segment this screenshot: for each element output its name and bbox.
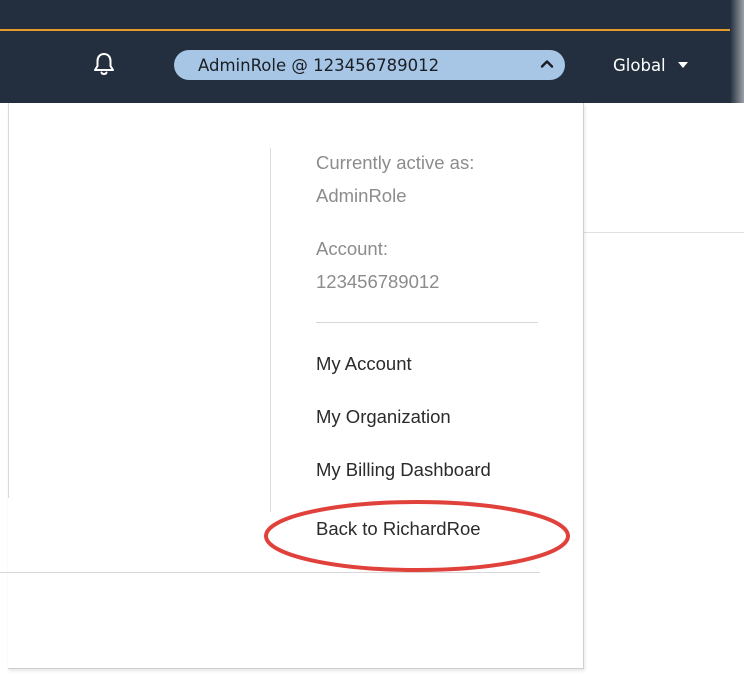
- caret-down-icon: [677, 62, 688, 68]
- menu-item-my-account[interactable]: My Account: [316, 353, 412, 375]
- role-dropdown-panel: [8, 103, 584, 669]
- accent-line: [0, 29, 730, 31]
- dropdown-separator: [316, 322, 538, 323]
- role-switcher-label: AdminRole @ 123456789012: [198, 55, 440, 75]
- chevron-up-icon: [540, 60, 554, 68]
- menu-item-my-billing-dashboard[interactable]: My Billing Dashboard: [316, 459, 491, 481]
- bell-icon[interactable]: [92, 51, 116, 77]
- region-selector[interactable]: Global: [613, 52, 688, 78]
- window-edge: [730, 0, 744, 103]
- active-role-label: Currently active as:: [316, 152, 475, 173]
- account-label: Account:: [316, 238, 388, 259]
- account-value: 123456789012: [316, 271, 440, 292]
- region-label: Global: [613, 55, 666, 75]
- menu-item-back-to-richardroe[interactable]: Back to RichardRoe: [316, 518, 481, 540]
- page-divider: [584, 232, 744, 233]
- menu-item-my-organization[interactable]: My Organization: [316, 406, 451, 428]
- role-switcher-button[interactable]: AdminRole @ 123456789012: [174, 50, 565, 80]
- active-role-value: AdminRole: [316, 185, 407, 206]
- dropdown-vertical-divider: [270, 148, 271, 512]
- top-navigation-bar: AdminRole @ 123456789012 Global: [0, 0, 744, 103]
